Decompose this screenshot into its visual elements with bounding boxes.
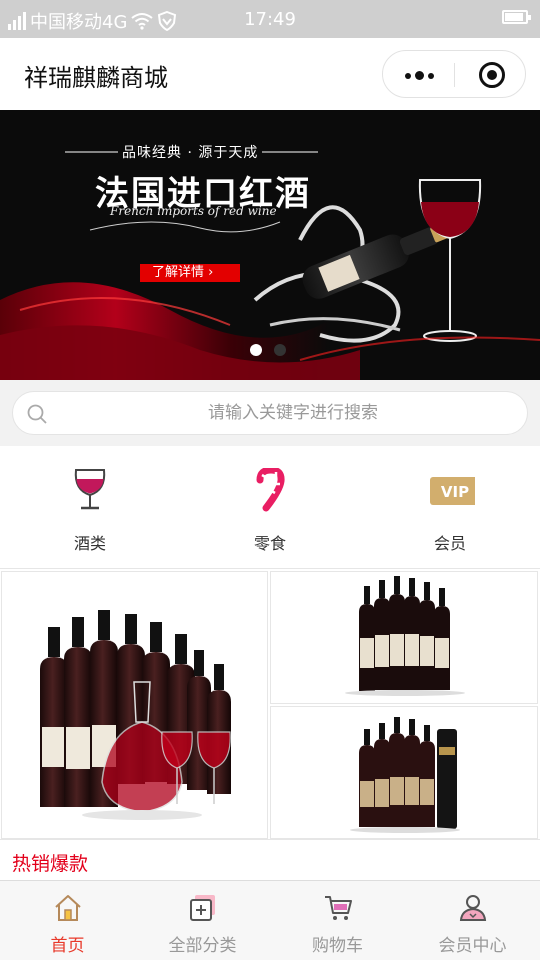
home-icon	[55, 895, 81, 921]
tab-all-categories[interactable]: 全部分类	[135, 881, 270, 960]
capsule-divider	[454, 63, 455, 87]
banner-pager	[250, 344, 286, 356]
tab-cart-label: 购物车	[312, 936, 363, 956]
category-snacks[interactable]: 零食	[180, 446, 360, 568]
wine-bottles-image-2	[350, 717, 460, 833]
promo-banner[interactable]: 品味经典 · 源于天成 法国进口红酒 French imports of red…	[0, 110, 540, 380]
candy-cane-icon	[256, 468, 285, 512]
product-showcase	[0, 568, 540, 840]
mini-program-capsule	[382, 50, 526, 98]
status-time: 17:49	[244, 9, 296, 30]
search-input[interactable]	[73, 392, 513, 434]
tab-home-label: 首页	[50, 936, 85, 956]
status-bar: 中国移动4G 17:49	[0, 0, 540, 38]
search-icon	[27, 404, 47, 424]
learn-more-label: 了解详情	[152, 265, 205, 280]
banner-subline: French imports of red wine	[110, 204, 277, 218]
tab-home[interactable]: 首页	[0, 881, 135, 960]
category-vip-label: 会员	[433, 534, 466, 553]
category-nav: 酒类 零食 VIP 会员	[0, 446, 540, 568]
product-card-bottom-right[interactable]	[270, 706, 538, 839]
tab-bar: 首页 全部分类 购物车 会员中心	[0, 880, 540, 960]
vip-badge-icon: VIP	[430, 477, 475, 505]
more-menu-icon[interactable]	[405, 71, 434, 80]
hot-sales-title: 热销爆款	[12, 853, 89, 875]
wine-set-image	[40, 610, 231, 820]
search-bar[interactable]	[12, 391, 528, 435]
cart-icon	[325, 896, 352, 920]
category-wine-label: 酒类	[73, 534, 106, 553]
category-icon	[190, 895, 215, 921]
pager-dot-active[interactable]	[250, 344, 262, 356]
product-card-top-right[interactable]	[270, 571, 538, 704]
product-card-main[interactable]	[1, 571, 268, 839]
banner-tagline: 品味经典 · 源于天成	[122, 145, 259, 161]
tab-member-center-label: 会员中心	[438, 936, 507, 956]
tab-all-categories-label: 全部分类	[168, 936, 237, 956]
page-title: 祥瑞麒麟商城	[24, 64, 168, 92]
category-vip[interactable]: VIP 会员	[360, 446, 540, 568]
search-section	[0, 380, 540, 446]
user-icon	[459, 895, 487, 921]
banner-artwork	[0, 110, 540, 380]
svg-text:VIP: VIP	[441, 483, 469, 501]
tab-cart[interactable]: 购物车	[270, 881, 405, 960]
wine-bottles-image-1	[345, 576, 465, 696]
tab-member-center[interactable]: 会员中心	[405, 881, 540, 960]
hot-sales-section: 热销爆款	[0, 840, 540, 880]
pager-dot[interactable]	[274, 344, 286, 356]
category-snacks-label: 零食	[253, 534, 286, 553]
nav-bar: 祥瑞麒麟商城	[0, 38, 540, 110]
close-target-icon[interactable]	[479, 62, 505, 88]
chevron-right-icon: ›	[208, 265, 214, 280]
learn-more-button[interactable]: 了解详情 ›	[140, 264, 240, 282]
battery-icon	[502, 10, 531, 24]
wine-glass-icon	[74, 469, 106, 510]
category-wine[interactable]: 酒类	[0, 446, 180, 568]
